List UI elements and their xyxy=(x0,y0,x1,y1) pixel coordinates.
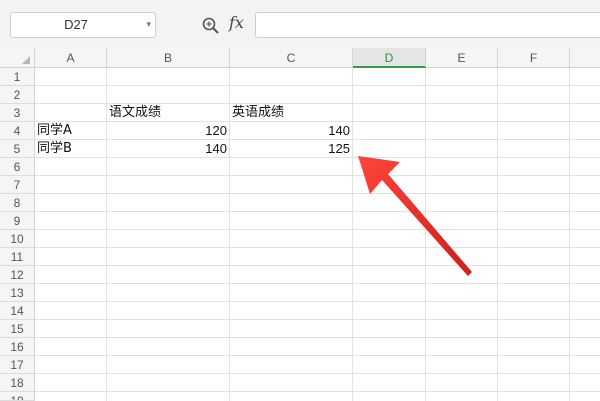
row-header-14[interactable]: 14 xyxy=(0,302,35,320)
row-header-17[interactable]: 17 xyxy=(0,356,35,374)
cell-c4[interactable]: 140 xyxy=(230,122,352,140)
row-header-19[interactable]: 19 xyxy=(0,392,35,401)
cell-grid[interactable]: 语文成绩 英语成绩 同学A 120 140 同学B 140 125 xyxy=(35,68,600,401)
name-box[interactable]: D27 ▾ xyxy=(10,12,156,38)
row-header-6[interactable]: 6 xyxy=(0,158,35,176)
cell-b4[interactable]: 120 xyxy=(107,122,229,140)
row-header-11[interactable]: 11 xyxy=(0,248,35,266)
column-header-a[interactable]: A xyxy=(35,48,107,68)
cell-b3[interactable]: 语文成绩 xyxy=(107,104,229,122)
cell-a5[interactable]: 同学B xyxy=(35,140,106,158)
row-header-3[interactable]: 3 xyxy=(0,104,35,122)
zoom-formula-icon[interactable] xyxy=(201,16,221,36)
row-header-5[interactable]: 5 xyxy=(0,140,35,158)
row-header-7[interactable]: 7 xyxy=(0,176,35,194)
cell-c5[interactable]: 125 xyxy=(230,140,352,158)
column-header-b[interactable]: B xyxy=(107,48,230,68)
cell-c3[interactable]: 英语成绩 xyxy=(230,104,352,122)
formula-input[interactable] xyxy=(255,12,600,38)
formula-bar: D27 ▾ fx xyxy=(0,0,600,49)
select-all-corner[interactable] xyxy=(0,48,35,68)
spreadsheet: A B C D E F 1 2 3 4 5 6 7 8 9 10 11 12 1… xyxy=(0,48,600,401)
row-header-16[interactable]: 16 xyxy=(0,338,35,356)
cell-b5[interactable]: 140 xyxy=(107,140,229,158)
row-header-15[interactable]: 15 xyxy=(0,320,35,338)
column-header-d[interactable]: D xyxy=(353,48,426,68)
cell-a4[interactable]: 同学A xyxy=(35,122,106,140)
column-header-overflow xyxy=(570,48,600,68)
row-header-8[interactable]: 8 xyxy=(0,194,35,212)
row-header-13[interactable]: 13 xyxy=(0,284,35,302)
name-box-value: D27 xyxy=(64,17,88,32)
row-header-2[interactable]: 2 xyxy=(0,86,35,104)
column-header-e[interactable]: E xyxy=(426,48,498,68)
fx-icon[interactable]: fx xyxy=(229,13,244,32)
row-header-12[interactable]: 12 xyxy=(0,266,35,284)
row-header-1[interactable]: 1 xyxy=(0,68,35,86)
row-header-18[interactable]: 18 xyxy=(0,374,35,392)
column-header-f[interactable]: F xyxy=(498,48,570,68)
row-header-4[interactable]: 4 xyxy=(0,122,35,140)
column-header-c[interactable]: C xyxy=(230,48,353,68)
red-arrow-annotation xyxy=(358,156,472,276)
row-header-10[interactable]: 10 xyxy=(0,230,35,248)
chevron-down-icon[interactable]: ▾ xyxy=(146,13,151,37)
row-header-9[interactable]: 9 xyxy=(0,212,35,230)
